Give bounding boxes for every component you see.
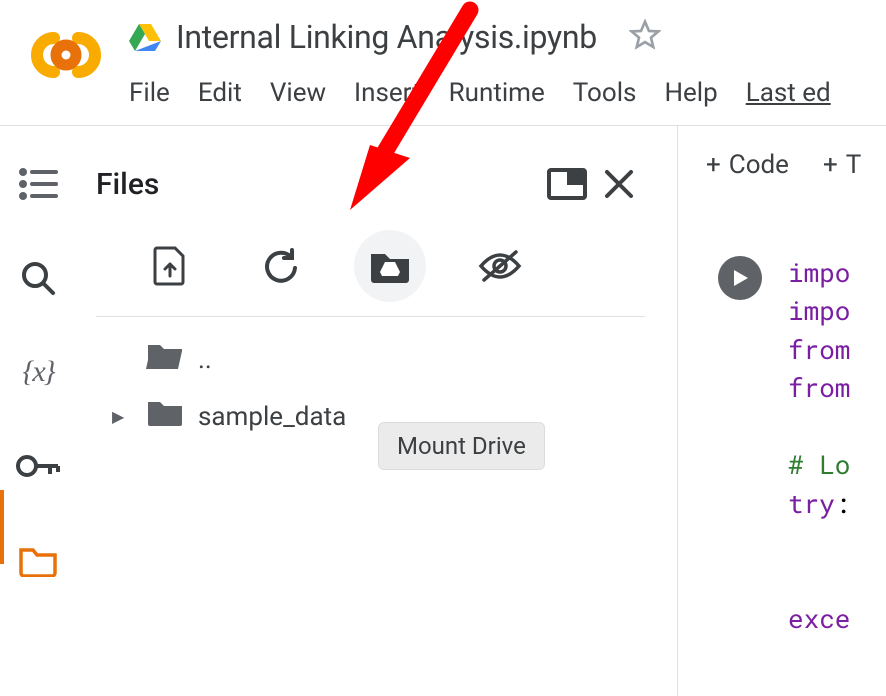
plus-icon: + — [706, 150, 721, 180]
notebook-title[interactable]: Internal Linking Analysis.ipynb — [176, 18, 597, 56]
secrets-icon[interactable] — [15, 446, 61, 486]
colab-logo-icon — [28, 30, 104, 84]
mount-drive-button[interactable] — [354, 230, 426, 302]
code-editor[interactable]: impo impo from from # Lo try: exce — [788, 254, 850, 639]
mount-drive-tooltip: Mount Drive — [378, 422, 545, 470]
menu-help[interactable]: Help — [664, 78, 717, 108]
search-icon[interactable] — [15, 258, 61, 298]
insert-code-button[interactable]: + Code — [706, 150, 789, 180]
menu-bar: File Edit View Insert Runtime Tools Help… — [128, 78, 886, 108]
star-icon[interactable] — [629, 19, 661, 55]
menu-view[interactable]: View — [270, 78, 326, 108]
menu-file[interactable]: File — [129, 78, 170, 108]
insert-text-button[interactable]: + T — [823, 150, 861, 180]
variables-icon[interactable]: {x} — [15, 352, 61, 392]
panel-detach-icon[interactable] — [541, 158, 593, 210]
menu-runtime[interactable]: Runtime — [449, 78, 545, 108]
insert-code-label: Code — [729, 150, 789, 180]
folder-label: sample_data — [198, 402, 346, 432]
expand-icon[interactable]: ▶ — [112, 407, 132, 426]
folder-up-row[interactable]: .. — [106, 331, 645, 388]
close-panel-icon[interactable] — [593, 158, 645, 210]
upload-file-button[interactable] — [134, 230, 206, 302]
folder-open-icon — [146, 341, 184, 378]
menu-last-edit[interactable]: Last ed — [746, 78, 831, 108]
refresh-button[interactable] — [244, 230, 316, 302]
menu-tools[interactable]: Tools — [573, 78, 637, 108]
menu-edit[interactable]: Edit — [198, 78, 242, 108]
rail-active-indicator — [0, 490, 4, 564]
folder-label: .. — [198, 345, 212, 375]
files-icon[interactable] — [15, 540, 61, 580]
folder-icon — [146, 398, 184, 435]
run-cell-button[interactable] — [718, 256, 762, 300]
menu-insert[interactable]: Insert — [354, 78, 421, 108]
plus-icon: + — [823, 150, 838, 180]
toc-icon[interactable] — [15, 164, 61, 204]
folder-sample-data-row[interactable]: ▶ sample_data — [106, 388, 645, 445]
hidden-files-button[interactable] — [464, 230, 536, 302]
insert-text-label: T — [846, 150, 862, 180]
files-panel-title: Files — [96, 167, 541, 202]
drive-icon — [128, 22, 162, 52]
